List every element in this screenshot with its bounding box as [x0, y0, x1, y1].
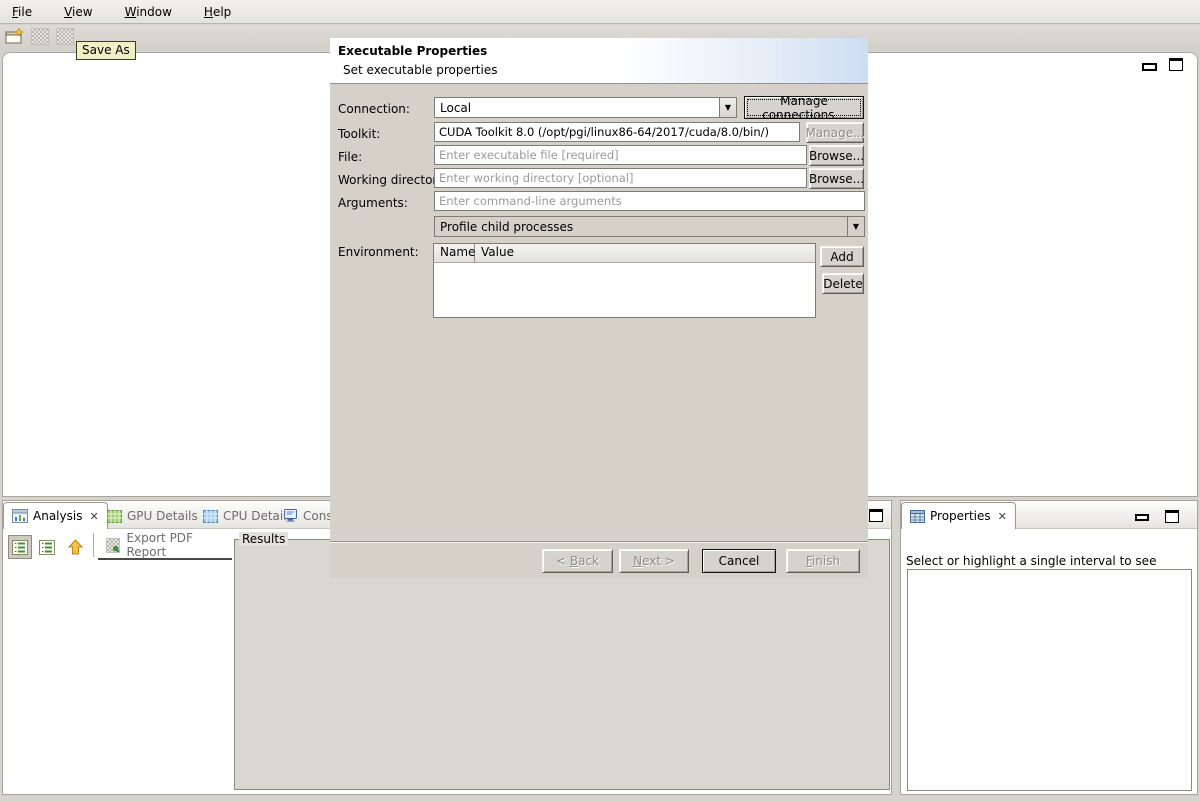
back-pre: <	[556, 554, 570, 568]
menu-view[interactable]: View	[60, 3, 96, 21]
dialog-header-gradient	[618, 38, 868, 83]
properties-minimize-icon[interactable]	[1135, 514, 1149, 521]
menu-window[interactable]: Window	[121, 3, 176, 21]
gpu-details-grid-icon	[107, 510, 122, 523]
finish-button: Finish	[786, 549, 860, 573]
manage-connections-button[interactable]: Manage connections...	[744, 96, 864, 119]
guided-analysis-icon[interactable]	[8, 535, 32, 559]
back-rest: ack	[578, 554, 599, 568]
menu-help-mnemonic: H	[204, 5, 213, 19]
cancel-button[interactable]: Cancel	[702, 549, 776, 573]
profile-child-processes-arrow-icon[interactable]: ▼	[847, 217, 864, 236]
add-environment-button[interactable]: Add	[820, 246, 864, 267]
back-button: < Back	[542, 549, 613, 573]
connection-combo[interactable]: Local ▼	[434, 97, 737, 118]
menu-file[interactable]: File	[8, 3, 36, 21]
connection-label: Connection:	[338, 102, 410, 116]
properties-table-icon	[910, 510, 925, 523]
tab-analysis-label: Analysis	[33, 509, 82, 523]
menu-view-mnemonic: V	[64, 5, 72, 19]
delete-environment-button[interactable]: Delete	[822, 273, 864, 294]
dialog-subtitle: Set executable properties	[343, 63, 497, 77]
analysis-chart-icon	[12, 509, 28, 523]
menu-bar: File View Window Help	[0, 0, 1200, 24]
environment-col-value[interactable]: Value	[475, 244, 520, 262]
file-input[interactable]	[434, 145, 807, 165]
editor-minimize-icon[interactable]	[1142, 63, 1157, 71]
properties-content-box	[907, 569, 1192, 791]
back-mnemonic: B	[570, 554, 578, 568]
dialog-separator	[330, 541, 868, 543]
tab-properties[interactable]: Properties ✕	[901, 502, 1016, 529]
results-group-label: Results	[239, 532, 288, 546]
environment-col-name[interactable]: Name	[434, 244, 475, 262]
cpu-details-grid-icon	[203, 510, 218, 523]
menu-help[interactable]: Help	[200, 3, 235, 21]
connection-combo-arrow-icon[interactable]: ▼	[719, 98, 736, 117]
export-pdf-report-button[interactable]: Export PDF Report	[98, 532, 232, 560]
toolbar-divider	[93, 533, 94, 557]
export-pdf-report-label: Export PDF Report	[126, 531, 232, 559]
toolkit-input[interactable]	[434, 122, 800, 142]
finish-button-label: Finish	[806, 554, 840, 568]
tab-gpu-details[interactable]: GPU Details	[99, 503, 206, 529]
properties-maximize-icon[interactable]	[1165, 510, 1179, 523]
analysis-panel-maximize-icon[interactable]	[869, 509, 883, 522]
dialog-header: Executable Properties Set executable pro…	[330, 38, 868, 84]
save-as-tooltip: Save As	[76, 41, 136, 60]
manage-toolkit-button: Manage...	[806, 122, 864, 143]
properties-panel-tabbar: Properties ✕	[901, 501, 1197, 529]
tab-analysis[interactable]: Analysis ✕	[3, 502, 108, 529]
next-button-label: Next >	[633, 554, 675, 568]
save-as-icon[interactable]	[56, 28, 74, 45]
export-pdf-icon	[106, 538, 120, 553]
browse-file-button[interactable]: Browse...	[809, 145, 864, 166]
environment-table[interactable]: Name Value	[433, 243, 816, 318]
next-mnemonic: N	[633, 554, 642, 568]
finish-rest: inish	[812, 554, 840, 568]
tab-properties-label: Properties	[930, 509, 991, 523]
tab-gpu-details-label: GPU Details	[127, 509, 198, 523]
tab-analysis-close-icon[interactable]: ✕	[87, 510, 98, 523]
browse-working-directory-button[interactable]: Browse...	[809, 168, 864, 189]
editor-maximize-icon[interactable]	[1169, 58, 1183, 71]
arguments-input[interactable]	[434, 191, 865, 211]
save-icon	[31, 28, 49, 45]
back-button-label: < Back	[556, 554, 599, 568]
tab-properties-close-icon[interactable]: ✕	[996, 510, 1007, 523]
unguided-analysis-icon[interactable]	[35, 535, 59, 559]
profile-child-processes-combo[interactable]: Profile child processes ▼	[434, 216, 865, 237]
file-label: File:	[338, 150, 362, 164]
console-icon	[283, 509, 298, 523]
next-button: Next >	[619, 549, 689, 573]
up-arrow-icon[interactable]	[63, 535, 87, 559]
environment-table-header: Name Value	[434, 244, 815, 263]
environment-label: Environment:	[338, 245, 419, 259]
menu-file-label: ile	[18, 5, 32, 19]
menu-help-label: elp	[213, 5, 231, 19]
working-directory-label: Working directory:	[338, 173, 448, 187]
toolkit-label: Toolkit:	[338, 127, 380, 141]
arguments-label: Arguments:	[338, 196, 408, 210]
menu-window-mnemonic: W	[125, 5, 137, 19]
connection-combo-value: Local	[435, 101, 719, 115]
profile-child-processes-value: Profile child processes	[435, 220, 847, 234]
dialog-title: Executable Properties	[338, 44, 487, 58]
working-directory-input[interactable]	[434, 168, 807, 188]
menu-view-label: iew	[72, 5, 93, 19]
next-rest: ext >	[642, 554, 675, 568]
menu-window-label: indow	[136, 5, 172, 19]
executable-properties-dialog: Executable Properties Set executable pro…	[330, 38, 868, 578]
new-session-icon[interactable]	[5, 28, 25, 46]
properties-panel: Properties ✕ Select or highlight a singl…	[900, 500, 1198, 795]
